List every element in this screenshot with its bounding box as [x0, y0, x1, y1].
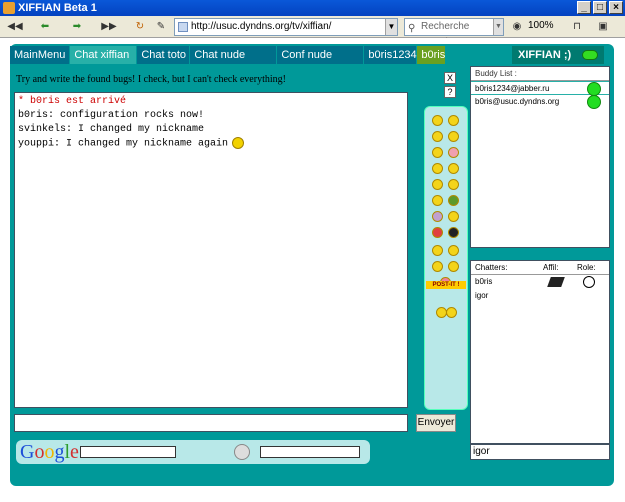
window-title: XIFFIAN Beta 1 — [18, 2, 97, 14]
chat-message: svinkels: I changed my nickname — [18, 124, 205, 135]
owner-affiliation-icon — [547, 277, 565, 287]
chatter-row[interactable]: igor — [471, 289, 609, 303]
chatter-name: igor — [475, 291, 489, 300]
google-search-input[interactable] — [80, 446, 176, 458]
smiley-icon — [232, 137, 245, 149]
online-status-icon — [587, 95, 601, 109]
heart-icon[interactable] — [432, 227, 443, 238]
chatters-column-role: Role: — [577, 263, 596, 272]
emoticon-panel — [424, 106, 468, 410]
tab-chat-toto[interactable]: Chat toto — [137, 46, 190, 64]
chat-log: * b0ris est arrivé b0ris: configuration … — [14, 92, 408, 408]
tab-b0ris1234[interactable]: b0ris1234 — [364, 46, 417, 64]
buddy-list: Buddy List : b0ris1234@jabber.ru b0ris@u… — [470, 66, 610, 248]
send-button[interactable]: Envoyer — [416, 414, 456, 432]
smiley-icon[interactable] — [432, 115, 443, 126]
page-icon — [178, 22, 188, 32]
wikipedia-search-input[interactable] — [260, 446, 360, 458]
eye-icon[interactable]: ◉ — [510, 19, 524, 35]
chatters-header: Chatters: Affil: Role: — [471, 261, 609, 275]
wikipedia-globe-icon[interactable] — [234, 444, 250, 460]
search-dropdown-icon[interactable]: ▼ — [493, 19, 503, 35]
browser-toolbar: ◀◀ ⬅ ➡ ▶▶ ↻ ✎ http://usuc.dyndns.org/tv/… — [0, 16, 625, 48]
search-input[interactable]: ⚲ Recherche Google ▼ — [404, 18, 504, 48]
alien-icon[interactable] — [448, 195, 459, 206]
maximize-button[interactable]: □ — [593, 1, 607, 14]
laugh-icon[interactable] — [432, 147, 443, 158]
url-field[interactable]: http://usuc.dyndns.org/tv/xiffian/ ▼ — [174, 18, 398, 36]
tab-bar: MainMenu Chat xiffian Chat toto Chat nud… — [10, 46, 446, 64]
chatter-row[interactable]: b0ris — [471, 275, 609, 289]
brand-label: XIFFIAN ;) — [512, 46, 604, 64]
buddy-jid: b0ris1234@jabber.ru — [475, 84, 550, 93]
zoom-level[interactable]: 100% — [528, 20, 554, 31]
google-search-bar: Google — [16, 440, 370, 464]
chat-message: b0ris: configuration rocks now! — [18, 110, 205, 121]
help-button[interactable]: ? — [444, 86, 456, 98]
window-titlebar: XIFFIAN Beta 1 _ □ × — [0, 0, 625, 16]
tab-b0ris[interactable]: b0ris — [417, 46, 446, 64]
app-area: MainMenu Chat xiffian Chat toto Chat nud… — [0, 38, 625, 502]
reload-icon[interactable]: ↻ — [132, 19, 148, 35]
tab-chat-nude[interactable]: Chat nude — [190, 46, 277, 64]
nickname-input[interactable]: igor — [470, 444, 610, 460]
cool-icon[interactable] — [432, 195, 443, 206]
pig-icon[interactable] — [448, 147, 459, 158]
brand-text: XIFFIAN ;) — [518, 49, 572, 61]
buddy-item[interactable]: b0ris1234@jabber.ru — [471, 81, 609, 96]
lock-icon[interactable]: ⊓ — [570, 19, 584, 35]
buddy-jid: b0ris@usuc.dyndns.org — [475, 97, 560, 106]
tab-chat-xiffian[interactable]: Chat xiffian — [70, 46, 137, 64]
buddy-list-header: Buddy List : — [471, 67, 609, 81]
forward-arrow-icon[interactable]: ➡ — [68, 19, 86, 35]
happy-icon[interactable] — [432, 163, 443, 174]
surprised-icon[interactable] — [448, 179, 459, 190]
back-icon[interactable]: ◀◀ — [4, 19, 26, 35]
dance-icon[interactable] — [448, 261, 459, 272]
tongue-out-icon[interactable] — [448, 211, 459, 222]
notice-text: Try and write the found bugs! I check, b… — [16, 74, 286, 85]
chatters-column-name: Chatters: — [475, 263, 508, 272]
chat-message-text: youppi: I changed my nickname again — [18, 138, 229, 150]
cat-icon[interactable] — [448, 163, 459, 174]
sad-icon[interactable] — [432, 179, 443, 190]
angel-icon[interactable] — [432, 261, 443, 272]
chatters-column-affil: Affil: — [543, 263, 559, 272]
fast-forward-icon[interactable]: ▶▶ — [100, 19, 118, 35]
url-text: http://usuc.dyndns.org/tv/xiffian/ — [191, 21, 332, 32]
close-window-button[interactable]: × — [609, 1, 623, 14]
tab-mainmenu[interactable]: MainMenu — [10, 46, 70, 64]
camera-icon[interactable]: ▣ — [594, 19, 612, 35]
buddy-item[interactable]: b0ris@usuc.dyndns.org — [471, 95, 609, 109]
chat-message-with-smiley: youppi: I changed my nickname again — [18, 137, 404, 152]
hug2-icon[interactable] — [446, 307, 457, 318]
ninja-icon[interactable] — [448, 227, 459, 238]
think-icon[interactable] — [432, 245, 443, 256]
moderator-role-icon — [583, 276, 595, 288]
chat-message: * b0ris est arrivé — [18, 96, 127, 107]
minimize-button[interactable]: _ — [577, 1, 591, 14]
window-controls: _ □ × — [577, 1, 623, 14]
chatters-list: Chatters: Affil: Role: b0ris igor — [470, 260, 610, 444]
devil-icon[interactable] — [432, 211, 443, 222]
connection-status-icon — [582, 50, 598, 60]
pen-icon[interactable]: ✎ — [154, 19, 168, 35]
wink-icon[interactable] — [432, 131, 443, 142]
back-arrow-icon[interactable]: ⬅ — [36, 19, 54, 35]
grin-icon[interactable] — [448, 115, 459, 126]
close-chat-button[interactable]: X — [444, 72, 456, 84]
message-input[interactable] — [14, 414, 408, 432]
online-status-icon — [587, 82, 601, 96]
app-icon — [3, 2, 15, 14]
chevron-down-icon[interactable]: ▼ — [385, 19, 397, 35]
chatter-name: b0ris — [475, 277, 493, 286]
postit-button[interactable]: POST-IT ! — [426, 281, 466, 289]
question-icon[interactable] — [448, 245, 459, 256]
google-logo: Google — [20, 441, 79, 463]
tongue-icon[interactable] — [448, 131, 459, 142]
search-icon: ⚲ — [408, 23, 416, 34]
tab-conf-nude[interactable]: Conf nude — [277, 46, 364, 64]
